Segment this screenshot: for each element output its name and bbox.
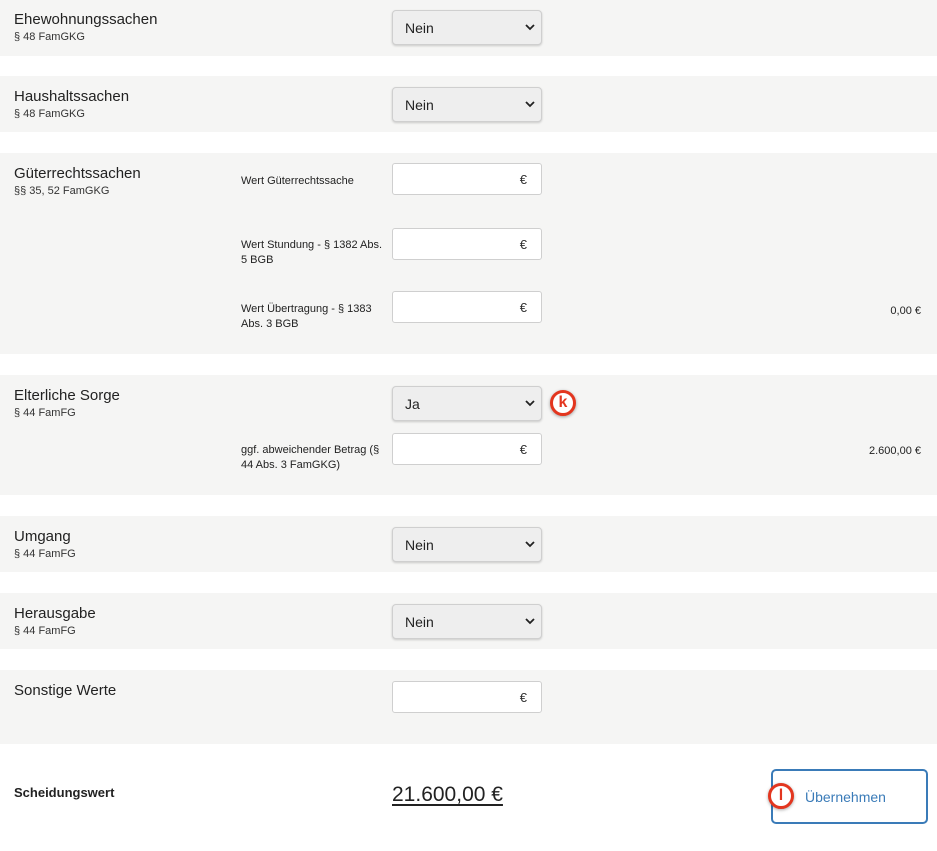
euro-symbol: € (519, 300, 527, 315)
section-subtitle: § 48 FamGKG (14, 31, 85, 43)
umgang-select[interactable]: Nein (392, 527, 542, 562)
chevron-down-icon (525, 101, 535, 108)
chevron-down-icon (525, 24, 535, 31)
sorge-select[interactable]: Ja (392, 386, 542, 421)
marker-k: k (550, 390, 576, 416)
euro-symbol: € (519, 172, 527, 187)
section-subtitle: §§ 35, 52 FamGKG (14, 185, 110, 197)
section-title: Haushaltssachen (14, 88, 130, 105)
chevron-down-icon (525, 541, 535, 548)
ehewohnung-select[interactable]: Nein (392, 10, 542, 45)
select-value: Nein (405, 97, 434, 113)
select-value: Nein (405, 537, 434, 553)
haushalt-select[interactable]: Nein (392, 87, 542, 122)
field-label-wert: Wert Güterrechtssache (241, 175, 354, 187)
section-ehewohnungssachen: Ehewohnungssachen § 48 FamGKG Nein (0, 0, 937, 56)
select-value: Nein (405, 614, 434, 630)
chevron-down-icon (525, 618, 535, 625)
section-title: Ehewohnungssachen (14, 11, 158, 28)
uebernehmen-button[interactable]: Übernehmen (771, 769, 928, 824)
field-label-stundung: Wert Stundung - § 1382 Abs. 5 BGB (241, 239, 383, 266)
section-elterliche-sorge: Elterliche Sorge § 44 FamFG Ja k ggf. ab… (0, 375, 937, 495)
section-haushaltssachen: Haushaltssachen § 48 FamGKG Nein (0, 76, 937, 132)
wert-gueterrecht-input[interactable]: € (392, 163, 542, 195)
section-subtitle: § 44 FamFG (14, 625, 76, 637)
section-title: Sonstige Werte (14, 682, 117, 699)
section-title: Güterrechtssachen (14, 165, 141, 182)
field-label-uebertragung: Wert Übertragung - § 1383 Abs. 3 BGB (241, 303, 372, 330)
euro-symbol: € (519, 442, 527, 457)
section-umgang: Umgang § 44 FamFG Nein (0, 516, 937, 572)
euro-symbol: € (519, 237, 527, 252)
section-title: Umgang (14, 528, 71, 545)
section-title: Herausgabe (14, 605, 96, 622)
gueterrecht-amount: 0,00 € (890, 305, 921, 317)
section-subtitle: § 44 FamFG (14, 407, 76, 419)
euro-symbol: € (519, 690, 527, 705)
uebernehmen-button-label: Übernehmen (805, 789, 886, 805)
section-subtitle: § 48 FamGKG (14, 108, 85, 120)
section-title: Elterliche Sorge (14, 387, 120, 404)
wert-uebertragung-input[interactable]: € (392, 291, 542, 323)
select-value: Ja (405, 396, 420, 412)
sorge-amount: 2.600,00 € (869, 445, 921, 457)
section-herausgabe: Herausgabe § 44 FamFG Nein (0, 593, 937, 649)
total-value: 21.600,00 € (392, 783, 503, 806)
sonstige-werte-input[interactable]: € (392, 681, 542, 713)
section-sonstige-werte: Sonstige Werte € (0, 670, 937, 744)
field-label-abweichender-betrag: ggf. abweichender Betrag (§ 44 Abs. 3 Fa… (241, 444, 380, 471)
section-subtitle: § 44 FamFG (14, 548, 76, 560)
wert-stundung-input[interactable]: € (392, 228, 542, 260)
chevron-down-icon (525, 400, 535, 407)
abweichender-betrag-input[interactable]: € (392, 433, 542, 465)
herausgabe-select[interactable]: Nein (392, 604, 542, 639)
select-value: Nein (405, 20, 434, 36)
marker-l: l (768, 783, 794, 809)
total-label: Scheidungswert (14, 785, 115, 800)
section-gueterrechtssachen: Güterrechtssachen §§ 35, 52 FamGKG Wert … (0, 153, 937, 354)
